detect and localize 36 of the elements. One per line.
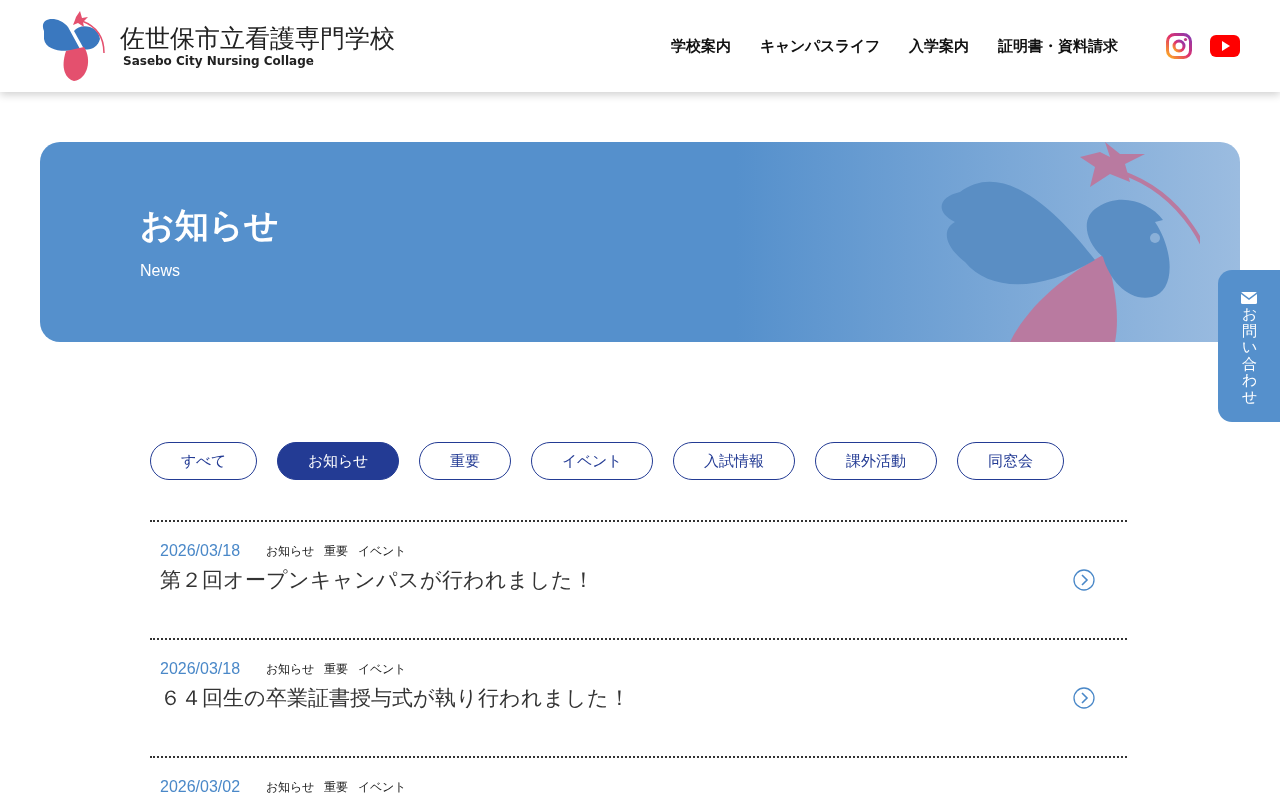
mail-icon [1241, 292, 1257, 304]
category-filter[interactable]: イベント [531, 442, 653, 480]
news-tag: お知らせ [266, 542, 315, 560]
news-tag: イベント [358, 660, 407, 678]
news-date: 2026/03/02 [160, 778, 241, 796]
news-tag: 重要 [324, 778, 349, 796]
chevron-right-icon[interactable] [1073, 687, 1095, 709]
news-tag: イベント [358, 542, 407, 560]
youtube-icon[interactable] [1210, 35, 1240, 57]
nav-link[interactable]: 入学案内 [909, 36, 969, 56]
category-filter[interactable]: お知らせ [277, 442, 399, 480]
nav-link[interactable]: 証明書・資料請求 [998, 36, 1118, 56]
news-tag: 重要 [324, 542, 349, 560]
category-filter[interactable]: 重要 [419, 442, 511, 480]
nav-link[interactable]: キャンパスライフ [760, 36, 880, 56]
news-tag: お知らせ [266, 660, 315, 678]
contact-label: お問い合わせ [1241, 306, 1257, 405]
school-name: 佐世保市立看護専門学校 [120, 24, 395, 54]
nav-link[interactable]: 学校案内 [671, 36, 731, 56]
category-filter[interactable]: 同窓会 [957, 442, 1064, 480]
category-filter[interactable]: 入試情報 [673, 442, 795, 480]
news-tag: イベント [358, 778, 407, 796]
news-tag: お知らせ [266, 778, 315, 796]
category-filter[interactable]: すべて [150, 442, 257, 480]
hero-subtitle: News [140, 262, 180, 280]
logo-icon[interactable] [40, 9, 106, 83]
news-title[interactable]: ６４回生の卒業証書授与式が執り行われました！ [160, 684, 630, 712]
news-date: 2026/03/18 [160, 542, 241, 560]
hero-title: お知らせ [140, 204, 279, 247]
school-name-english: Sasebo City Nursing Collage [123, 54, 315, 68]
news-date: 2026/03/18 [160, 660, 241, 678]
category-filter[interactable]: 課外活動 [815, 442, 937, 480]
news-tag: 重要 [324, 660, 349, 678]
news-title[interactable]: 第２回オープンキャンパスが行われました！ [160, 566, 594, 594]
chevron-right-icon[interactable] [1073, 569, 1095, 591]
instagram-icon[interactable] [1166, 33, 1192, 59]
